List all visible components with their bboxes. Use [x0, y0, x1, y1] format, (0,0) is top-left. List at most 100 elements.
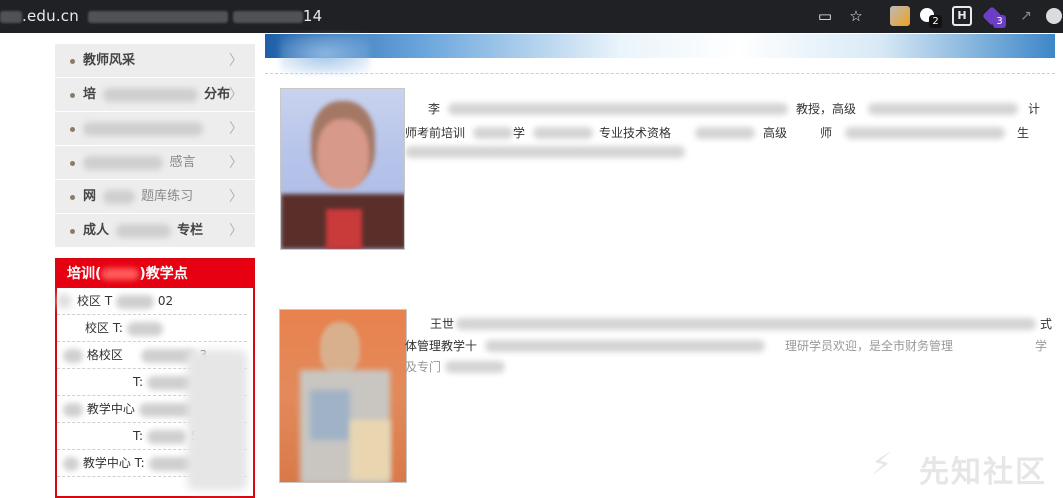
chevron-right-icon: 〉: [229, 189, 243, 205]
chevron-right-icon: 〉: [229, 53, 243, 69]
panel-title: 培训( )教学点: [57, 260, 253, 288]
sidebar-item-label-tail: 题库练习: [141, 189, 194, 204]
bullet-icon: [70, 161, 75, 166]
list-item[interactable]: 校区 T:: [57, 315, 247, 342]
redaction: [115, 223, 171, 238]
center-label: 校区 T: [77, 294, 113, 308]
redaction: [83, 155, 163, 170]
redaction: [126, 321, 163, 336]
sidebar-item-label: 成人: [83, 223, 110, 238]
center-label: 格校区: [86, 348, 123, 362]
url-redacted: [87, 10, 228, 23]
chevron-right-icon: 〉: [229, 223, 243, 239]
teacher-photo: [280, 88, 405, 250]
sidebar-item-adult-column[interactable]: 成人 专栏 〉: [55, 214, 255, 248]
center-label: 教学中心: [86, 402, 135, 416]
redaction: [57, 294, 71, 308]
redaction: [695, 127, 755, 139]
url-redacted: [0, 10, 22, 23]
sidebar-item-question-bank[interactable]: 网 题库练习 〉: [55, 180, 255, 214]
chevron-right-icon: 〉: [229, 121, 243, 137]
sidebar-nav: 教师风采 〉 培 分布 〉 〉 感言 〉 网 题库练习 〉 成人 专栏 〉: [55, 44, 255, 248]
center-phone: T:: [133, 375, 144, 389]
sidebar-item-3[interactable]: 〉: [55, 112, 255, 146]
extension-badge: 3: [993, 15, 1006, 28]
sidebar-item-label-tail: 专栏: [177, 223, 204, 238]
bio-text: 生: [1017, 126, 1030, 140]
sidebar-item-label-tail: 分布: [204, 87, 231, 102]
redaction: [845, 127, 1005, 139]
bio-text: 体管理教学十: [405, 339, 478, 353]
sidebar-item-label: 教师风采: [83, 53, 136, 68]
redaction: [533, 127, 593, 139]
panel-title-prefix: 培训(: [67, 266, 102, 282]
url-domain: .edu.cn: [22, 7, 79, 25]
url-tail: 14: [302, 7, 323, 25]
collar: [326, 209, 362, 249]
redaction: [405, 146, 685, 158]
teacher-photo: [279, 309, 407, 483]
redaction: [101, 268, 140, 280]
bio-text: 式: [1040, 317, 1053, 331]
extension-icon-3[interactable]: H: [952, 6, 972, 26]
redaction: [868, 103, 1018, 115]
cast-icon[interactable]: ▭: [815, 6, 835, 26]
sidebar-item-testimonials[interactable]: 感言 〉: [55, 146, 255, 180]
panel-title-suffix: )教学点: [139, 266, 188, 282]
redaction: [187, 350, 247, 490]
bullet-icon: [70, 93, 75, 98]
extension-badge: 2: [929, 15, 942, 28]
redaction: [63, 456, 79, 471]
star-icon[interactable]: ☆: [846, 6, 866, 26]
watermark-logo-icon: ⚡: [871, 447, 893, 482]
sidebar-item-label: 网: [83, 189, 97, 204]
bullet-icon: [70, 195, 75, 200]
bio-text: 师考前培训: [405, 126, 466, 140]
extension-icon-1[interactable]: [890, 6, 910, 26]
bio-text: 学: [513, 126, 526, 140]
center-label: 教学中心 T:: [82, 456, 145, 470]
bullet-icon: [70, 127, 75, 132]
divider: [265, 73, 1055, 74]
redaction: [456, 318, 1036, 330]
chevron-right-icon: 〉: [229, 155, 243, 171]
sidebar-item-distribution[interactable]: 培 分布 〉: [55, 78, 255, 112]
bio-text: 教授，高级: [796, 102, 857, 116]
sidebar-item-label: 培: [83, 87, 97, 102]
address-bar[interactable]: .edu.cn 14: [0, 7, 322, 25]
url-redacted: [232, 10, 303, 23]
redaction: [63, 348, 83, 363]
redaction: [63, 402, 83, 417]
center-phone: 02: [157, 294, 174, 308]
face-blur: [317, 119, 369, 189]
bio-text: 计: [1028, 102, 1041, 116]
extension-icon-5[interactable]: ↗: [1016, 6, 1036, 26]
redaction: [102, 87, 198, 102]
redaction: [473, 127, 513, 139]
redaction: [146, 429, 187, 444]
bio-text: 王世: [430, 317, 455, 331]
teacher-bio: 李 教授，高级 计: [428, 100, 1048, 118]
bio-text: 理研学员欢迎，是全市财务管理: [785, 339, 954, 353]
sidebar-item-teachers[interactable]: 教师风采 〉: [55, 44, 255, 78]
redaction: [448, 103, 788, 115]
browser-toolbar: .edu.cn 14 ▭ ☆ 2 H 3 ↗: [0, 0, 1063, 33]
teacher-bio-line2: 师考前培训 学 专业技术资格 高级 师 生: [405, 124, 1055, 158]
bio-text: 学: [1035, 339, 1048, 353]
redaction: [115, 294, 154, 309]
redaction: [102, 189, 135, 204]
list-item[interactable]: 校区 T 02: [57, 288, 247, 315]
extension-icon-6[interactable]: [1046, 8, 1062, 24]
redaction: [445, 361, 505, 373]
center-phone: T:: [133, 429, 144, 443]
bio-text: 李: [428, 102, 441, 116]
teacher-bio-line2: 体管理教学十 理研学员欢迎，是全市财务管理 学: [405, 337, 1055, 355]
center-label: 校区 T:: [85, 321, 123, 335]
redaction: [485, 340, 765, 352]
bullet-icon: [70, 59, 75, 64]
body-blur: [350, 420, 390, 480]
face-blur: [320, 322, 360, 374]
watermark: 先知社区: [919, 455, 1047, 490]
bio-text: 专业技术资格: [599, 126, 672, 140]
bullet-icon: [70, 229, 75, 234]
